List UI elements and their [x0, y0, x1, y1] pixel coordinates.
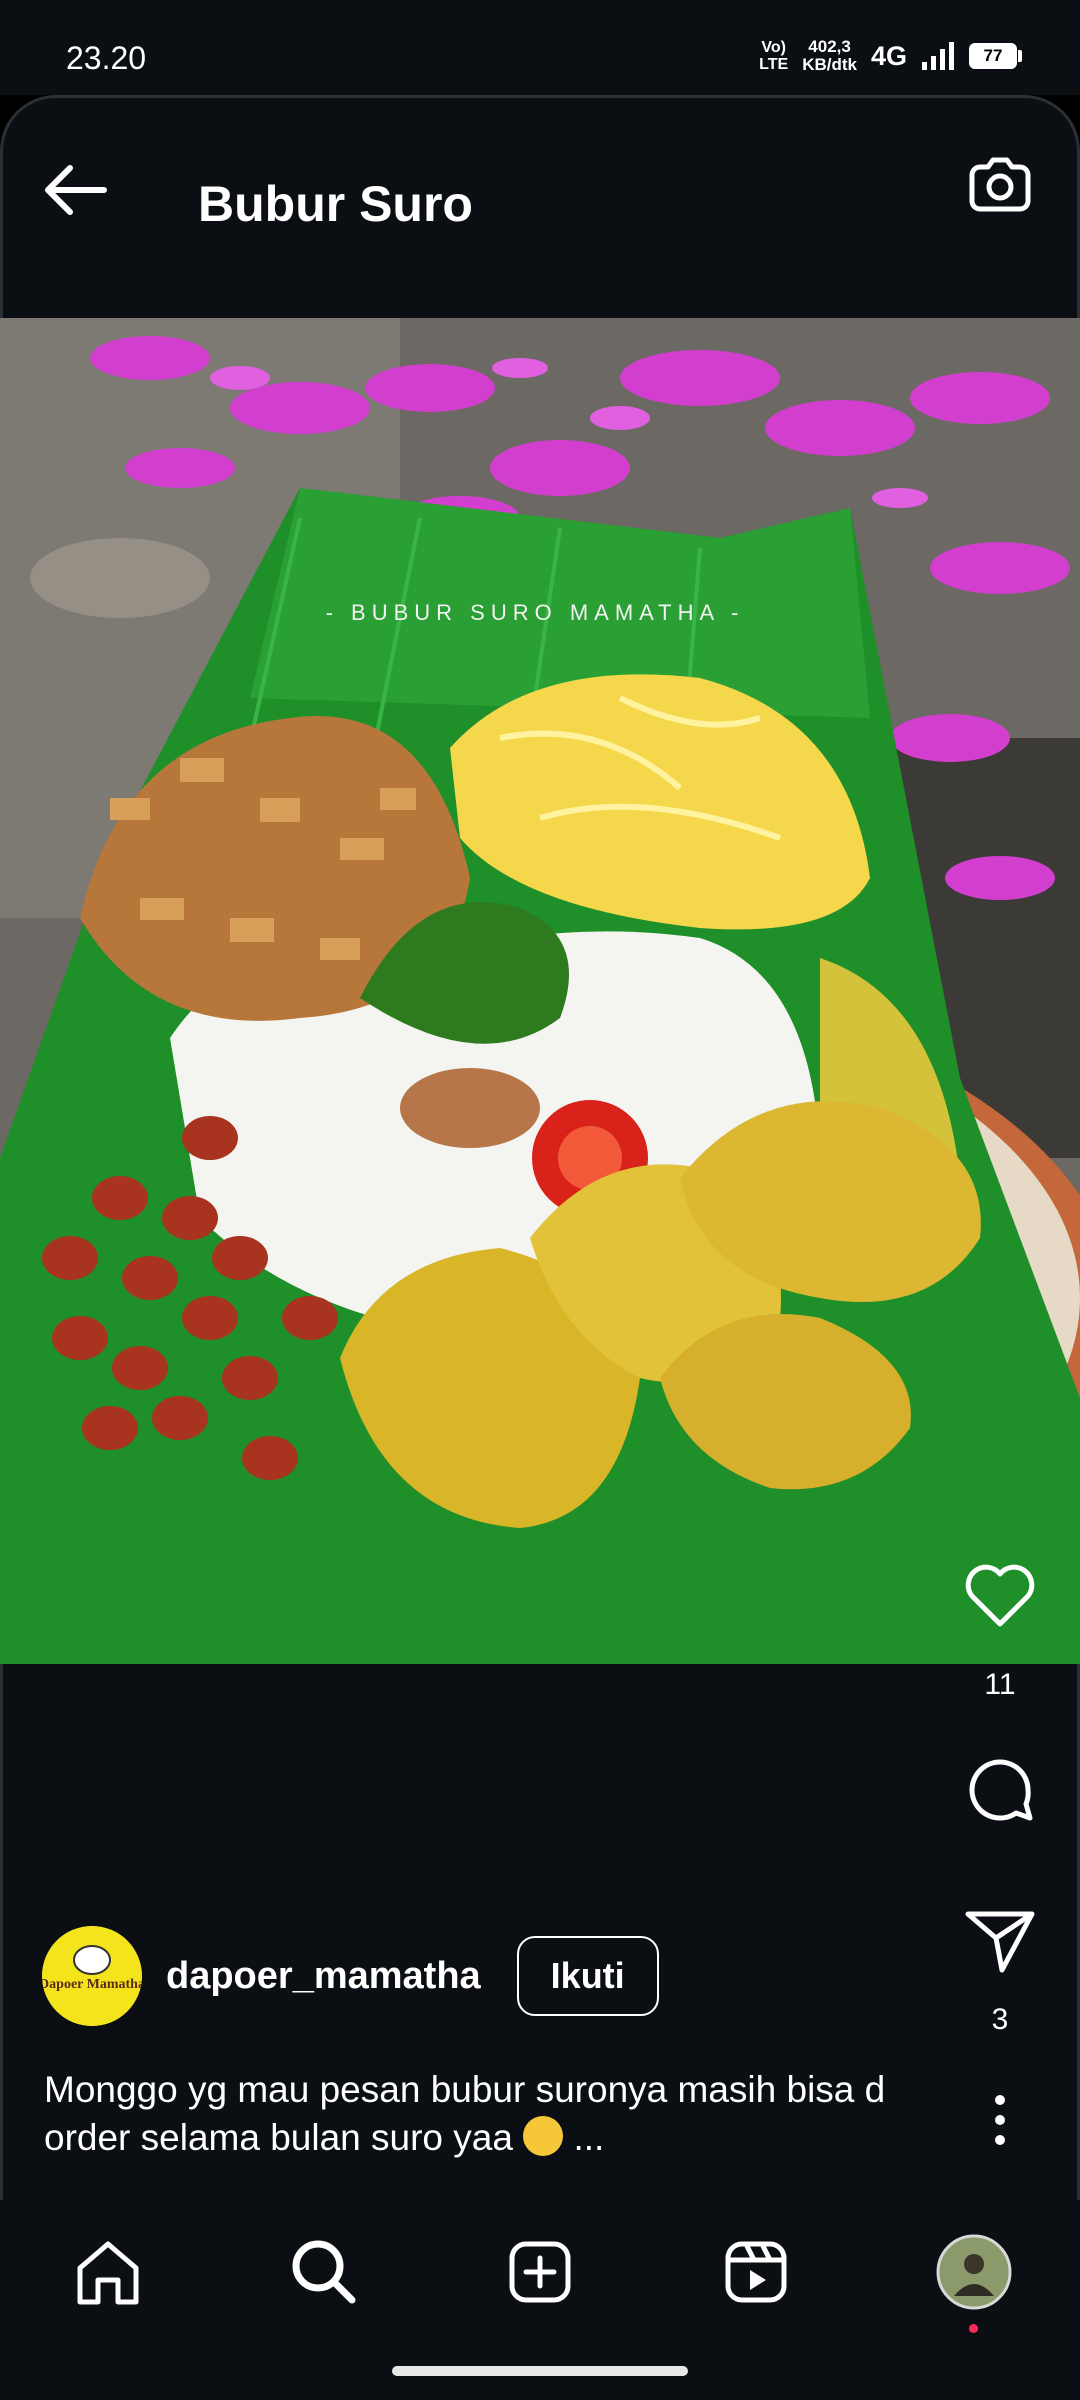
post-image[interactable]: - BUBUR SURO MAMATHA -	[0, 318, 1080, 1664]
status-bar: 23.20 Vo) LTE 402,3 KB/dtk 4G 77	[0, 0, 1080, 95]
post-author: Dapoer Mamatha dapoer_mamatha Ikuti	[42, 1926, 659, 2026]
send-icon	[965, 1911, 1035, 1973]
plus-square-icon	[509, 2241, 571, 2303]
food-photo: - BUBUR SURO MAMATHA -	[0, 318, 1080, 1664]
volte-indicator: Vo) LTE	[759, 39, 789, 73]
profile-avatar	[936, 2234, 1012, 2310]
like-button[interactable]	[960, 1560, 1040, 1630]
image-watermark: - BUBUR SURO MAMATHA -	[326, 600, 745, 625]
share-count: 3	[991, 2003, 1009, 2036]
top-bar: Bubur Suro	[0, 95, 1080, 315]
battery-icon: 77	[969, 43, 1022, 69]
author-username[interactable]: dapoer_mamatha	[166, 1955, 481, 1998]
share-button[interactable]	[960, 1900, 1040, 1980]
follow-button[interactable]: Ikuti	[516, 1936, 659, 2016]
signal-icon	[922, 42, 954, 70]
notification-dot	[969, 2324, 978, 2333]
caption-more[interactable]: ...	[574, 2117, 605, 2158]
comment-button[interactable]	[960, 1750, 1040, 1830]
arrow-left-icon	[45, 165, 107, 215]
camera-icon	[969, 157, 1031, 212]
post-caption[interactable]: Monggo yg mau pesan bubur suronya masih …	[44, 2066, 944, 2162]
nav-home[interactable]	[68, 2232, 148, 2312]
status-indicators: Vo) LTE 402,3 KB/dtk 4G 77	[759, 38, 1022, 74]
more-options-button[interactable]	[960, 2090, 1040, 2150]
network-speed: 402,3 KB/dtk	[802, 37, 857, 74]
network-type: 4G	[870, 40, 907, 71]
nav-profile[interactable]	[934, 2232, 1014, 2312]
more-vertical-icon	[995, 2095, 1005, 2145]
back-button[interactable]	[40, 155, 120, 225]
comment-icon	[969, 1759, 1033, 1821]
status-time: 23.20	[66, 40, 147, 76]
smiling-face-icon	[523, 2116, 564, 2156]
avatar-logo: Dapoer Mamatha	[42, 1926, 142, 2026]
home-indicator[interactable]	[392, 2366, 688, 2376]
camera-button[interactable]	[960, 143, 1040, 223]
heart-icon	[965, 1564, 1035, 1627]
like-count: 11	[984, 1668, 1016, 1701]
author-avatar[interactable]: Dapoer Mamatha	[42, 1926, 142, 2026]
battery-level: 77	[969, 43, 1017, 69]
reels-icon	[725, 2241, 787, 2303]
nav-reels[interactable]	[716, 2232, 796, 2312]
nav-create[interactable]	[500, 2232, 580, 2312]
search-icon	[292, 2240, 356, 2304]
page-title: Bubur Suro	[198, 176, 473, 232]
avatar-text: Dapoer Mamatha	[42, 1977, 142, 1992]
home-icon	[77, 2241, 139, 2305]
caption-text: Monggo yg mau pesan bubur suronya masih …	[44, 2069, 886, 2158]
nav-search[interactable]	[284, 2232, 364, 2312]
